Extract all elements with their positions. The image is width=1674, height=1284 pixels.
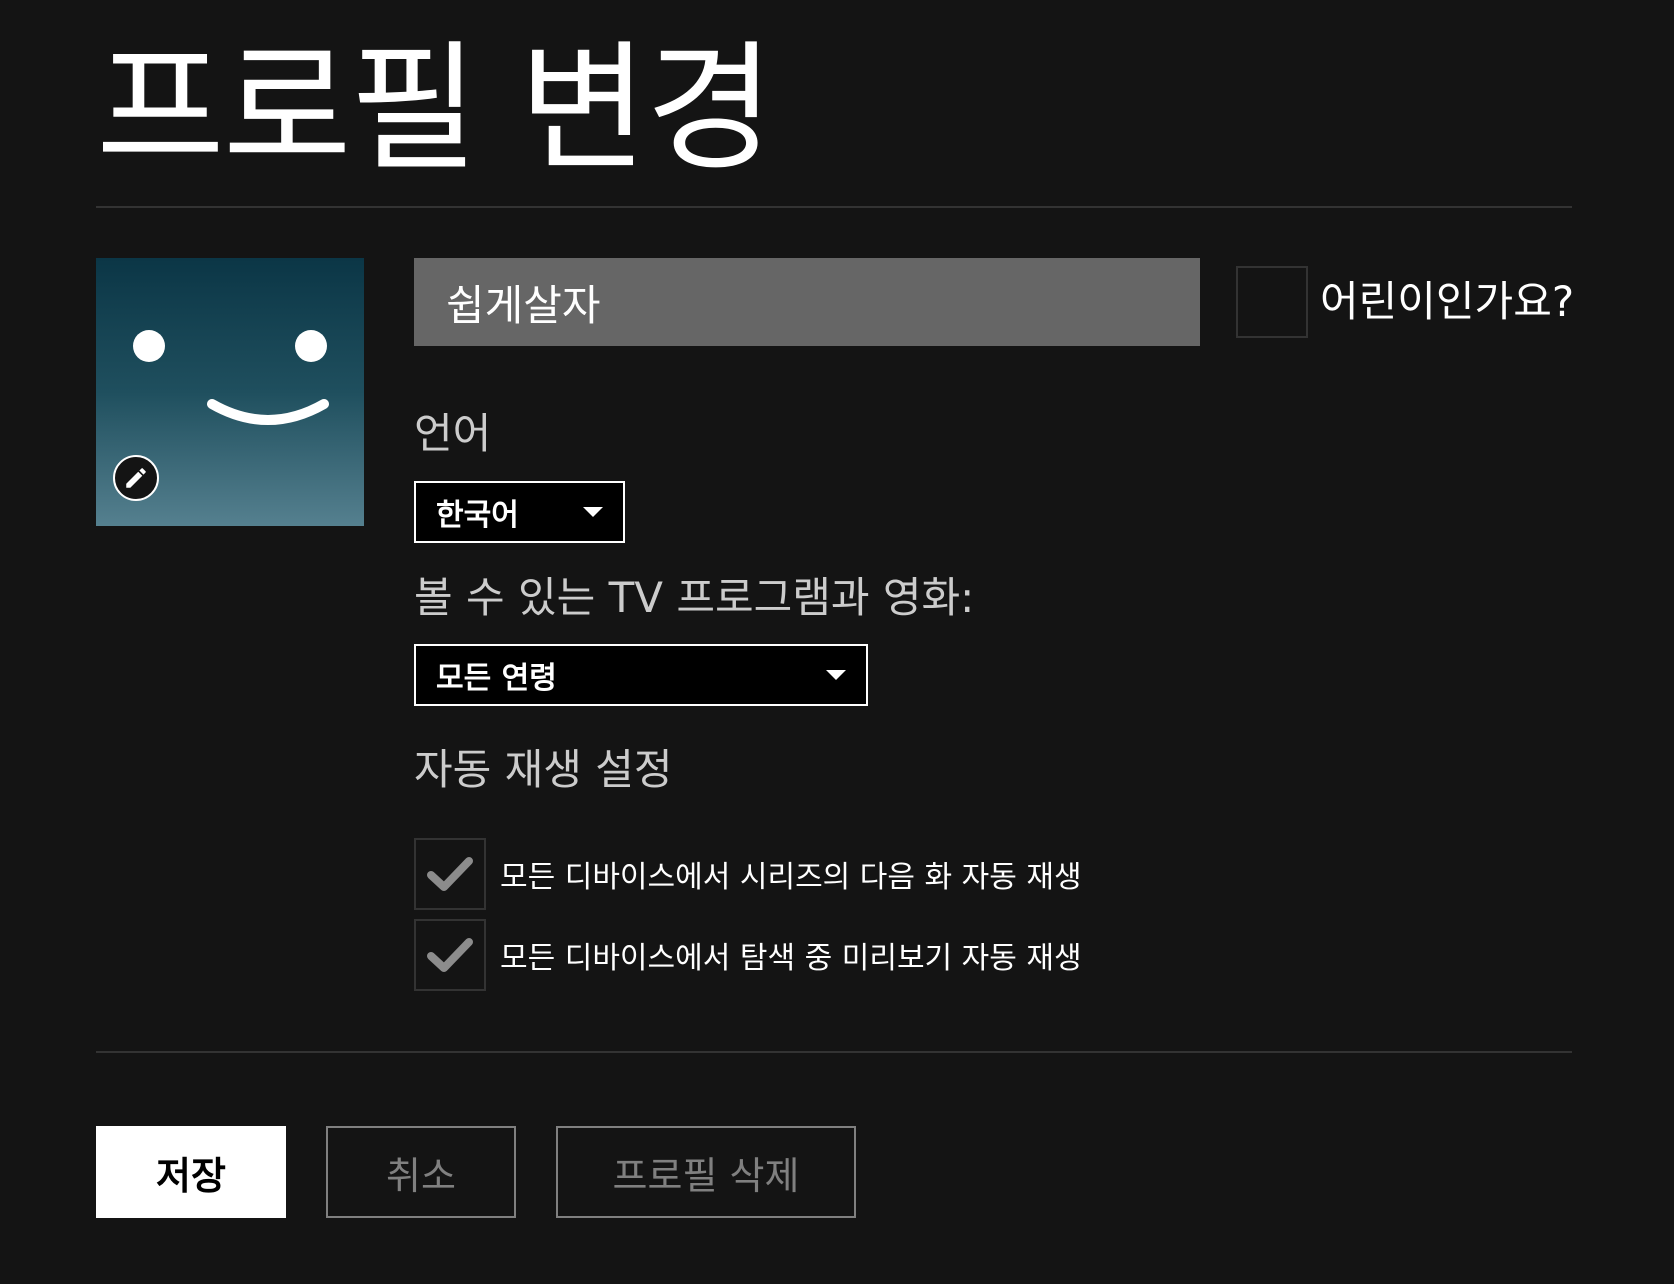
check-icon <box>427 938 473 972</box>
profile-name-input[interactable] <box>414 258 1200 346</box>
avatar-right-eye <box>295 330 327 362</box>
autoplay-next-episode-text: 모든 디바이스에서 시리즈의 다음 화 자동 재생 <box>500 860 1082 895</box>
caret-down-icon <box>583 507 603 517</box>
profile-avatar[interactable] <box>96 258 364 526</box>
cancel-button[interactable]: 취소 <box>326 1126 516 1218</box>
pencil-icon <box>126 468 146 488</box>
language-selected-value: 한국어 <box>436 498 519 533</box>
autoplay-previews-text: 모든 디바이스에서 탐색 중 미리보기 자동 재생 <box>500 941 1082 976</box>
save-button[interactable]: 저장 <box>96 1126 286 1218</box>
language-dropdown[interactable]: 한국어 <box>414 481 625 543</box>
kids-checkbox-label: 어린이인가요? <box>1320 277 1575 326</box>
edit-avatar-button[interactable] <box>113 455 159 501</box>
delete-profile-button[interactable]: 프로필 삭제 <box>556 1126 856 1218</box>
footer-divider <box>96 1051 1572 1053</box>
kids-checkbox[interactable] <box>1236 266 1308 338</box>
autoplay-previews-checkbox[interactable] <box>414 919 486 991</box>
autoplay-next-episode-option: 모든 디바이스에서 시리즈의 다음 화 자동 재생 <box>414 838 1082 910</box>
maturity-selected-value: 모든 연령 <box>436 661 557 696</box>
page-title: 프로필 변경 <box>96 28 775 191</box>
header-divider <box>96 206 1572 208</box>
avatar-smile <box>207 399 329 425</box>
autoplay-next-episode-checkbox[interactable] <box>414 838 486 910</box>
autoplay-settings-label: 자동 재생 설정 <box>414 745 673 794</box>
avatar-left-eye <box>133 330 165 362</box>
check-icon <box>427 857 473 891</box>
maturity-label: 볼 수 있는 TV 프로그램과 영화: <box>414 573 975 622</box>
caret-down-icon <box>826 670 846 680</box>
maturity-dropdown[interactable]: 모든 연령 <box>414 644 868 706</box>
autoplay-previews-option: 모든 디바이스에서 탐색 중 미리보기 자동 재생 <box>414 919 1082 991</box>
language-label: 언어 <box>414 409 492 458</box>
